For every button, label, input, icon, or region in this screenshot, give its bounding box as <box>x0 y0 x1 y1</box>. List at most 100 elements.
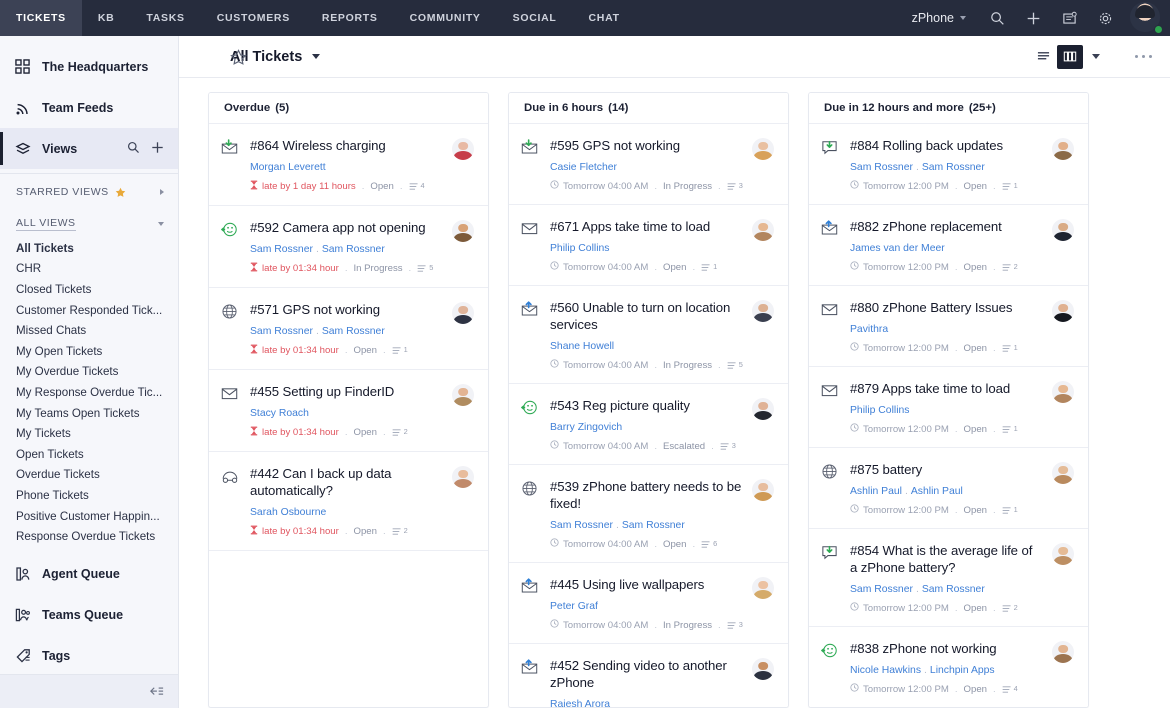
ticket-assignee-avatar[interactable] <box>452 138 474 160</box>
ticket-card[interactable]: #571 GPS not working Sam Rossner. Sam Ros… <box>209 288 488 370</box>
ticket-person[interactable]: Sam Rossner <box>850 584 913 595</box>
ticket-person[interactable]: Sarah Osbourne <box>250 507 326 518</box>
ticket-title[interactable]: #882 zPhone replacement <box>850 218 1043 235</box>
nav-tab-customers[interactable]: CUSTOMERS <box>201 0 306 36</box>
ticket-person[interactable]: Nicole Hawkins <box>850 665 921 676</box>
nav-tab-kb[interactable]: KB <box>82 0 131 36</box>
ticket-person[interactable]: Sam Rossner <box>250 326 313 337</box>
sidebar-item-tags[interactable]: Tags <box>0 636 178 677</box>
sidebar-footer[interactable] <box>0 674 178 708</box>
sidebar-view-item[interactable]: Phone Tickets <box>0 485 178 506</box>
ticket-assignee-avatar[interactable] <box>1052 138 1074 160</box>
ticket-person[interactable]: Ashlin Paul <box>850 486 902 497</box>
board-view-button[interactable] <box>1056 44 1083 69</box>
sidebar-view-item[interactable]: My Open Tickets <box>0 341 178 362</box>
ticket-card[interactable]: #560 Unable to turn on location services… <box>509 286 788 384</box>
ticket-title[interactable]: #571 GPS not working <box>250 301 443 318</box>
brand-selector[interactable]: zPhone <box>900 11 978 25</box>
ticket-card[interactable]: #882 zPhone replacement James van der Me… <box>809 205 1088 286</box>
ticket-title[interactable]: #884 Rolling back updates <box>850 137 1043 154</box>
sidebar-view-item[interactable]: Positive Customer Happin... <box>0 506 178 527</box>
ticket-title[interactable]: #838 zPhone not working <box>850 640 1043 657</box>
nav-tab-social[interactable]: SOCIAL <box>497 0 573 36</box>
sidebar-view-item[interactable]: My Response Overdue Tic... <box>0 382 178 403</box>
ticket-assignee-avatar[interactable] <box>752 300 774 322</box>
gear-icon[interactable] <box>1088 0 1122 36</box>
ticket-assignee-avatar[interactable] <box>752 479 774 501</box>
ticket-assignee-avatar[interactable] <box>1052 219 1074 241</box>
ticket-card[interactable]: #854 What is the average life of a zPhon… <box>809 529 1088 627</box>
user-avatar[interactable] <box>1130 2 1163 34</box>
ticket-title[interactable]: #543 Reg picture quality <box>550 397 743 414</box>
ticket-person[interactable]: Sam Rossner <box>922 584 985 595</box>
ticket-assignee-avatar[interactable] <box>1052 300 1074 322</box>
sidebar-view-item[interactable]: Customer Responded Tick... <box>0 300 178 321</box>
ticket-person[interactable]: Shane Howell <box>550 341 614 352</box>
ticket-person[interactable]: Sam Rossner <box>622 520 685 531</box>
ticket-title[interactable]: #864 Wireless charging <box>250 137 443 154</box>
ticket-card[interactable]: #864 Wireless charging Morgan Leverett l… <box>209 124 488 206</box>
ticket-title[interactable]: #879 Apps take time to load <box>850 380 1043 397</box>
sidebar-view-item[interactable]: Open Tickets <box>0 444 178 465</box>
ticket-title[interactable]: #455 Setting up FinderID <box>250 383 443 400</box>
ticket-card[interactable]: #543 Reg picture quality Barry Zingovich… <box>509 384 788 465</box>
sidebar-view-item[interactable]: Missed Chats <box>0 320 178 341</box>
ticket-title[interactable]: #875 battery <box>850 461 1043 478</box>
ticket-title[interactable]: #671 Apps take time to load <box>550 218 743 235</box>
plus-icon[interactable] <box>1016 0 1050 36</box>
ticket-card[interactable]: #671 Apps take time to load Philip Colli… <box>509 205 788 286</box>
ticket-person[interactable]: Philip Collins <box>550 243 609 254</box>
ticket-person[interactable]: Sam Rossner <box>850 162 913 173</box>
sidebar-view-item[interactable]: My Overdue Tickets <box>0 362 178 383</box>
ticket-assignee-avatar[interactable] <box>752 577 774 599</box>
sidebar-view-item[interactable]: CHR <box>0 259 178 280</box>
ticket-assignee-avatar[interactable] <box>1052 641 1074 663</box>
ticket-person[interactable]: Ashlin Paul <box>911 486 963 497</box>
list-view-button[interactable] <box>1031 45 1057 69</box>
ticket-assignee-avatar[interactable] <box>752 219 774 241</box>
sidebar-item-team-feeds[interactable]: Team Feeds <box>0 87 178 128</box>
ticket-assignee-avatar[interactable] <box>1052 462 1074 484</box>
ticket-title[interactable]: #445 Using live wallpapers <box>550 576 743 593</box>
sidebar-section-starred-views[interactable]: STARRED VIEWS <box>0 174 178 205</box>
more-options-icon[interactable] <box>1131 49 1157 65</box>
sidebar-item-the-headquarters[interactable]: The Headquarters <box>0 46 178 87</box>
view-dropdown-caret-icon[interactable] <box>312 54 321 59</box>
sidebar-view-item[interactable]: Overdue Tickets <box>0 465 178 486</box>
sidebar-view-item[interactable]: My Teams Open Tickets <box>0 403 178 424</box>
ticket-assignee-avatar[interactable] <box>452 384 474 406</box>
nav-tab-tickets[interactable]: TICKETS <box>0 0 82 36</box>
ticket-assignee-avatar[interactable] <box>752 658 774 680</box>
ticket-card[interactable]: #539 zPhone battery needs to be fixed! S… <box>509 465 788 563</box>
sidebar-section-all-views[interactable]: ALL VIEWS <box>0 205 178 238</box>
nav-tab-reports[interactable]: REPORTS <box>306 0 394 36</box>
favorite-view-button[interactable] <box>230 49 247 71</box>
search-icon[interactable] <box>127 141 140 157</box>
ticket-person[interactable]: Barry Zingovich <box>550 422 622 433</box>
ticket-title[interactable]: #595 GPS not working <box>550 137 743 154</box>
ticket-person[interactable]: Linchpin Apps <box>930 665 995 676</box>
ticket-person[interactable]: Pavithra <box>850 324 888 335</box>
ticket-title[interactable]: #854 What is the average life of a zPhon… <box>850 542 1043 576</box>
ticket-person[interactable]: Sam Rossner <box>250 244 313 255</box>
ticket-person[interactable]: Stacy Roach <box>250 408 309 419</box>
ticket-person[interactable]: Morgan Leverett <box>250 162 326 173</box>
sidebar-view-item[interactable]: All Tickets <box>0 238 178 259</box>
search-icon[interactable] <box>980 0 1014 36</box>
ticket-card[interactable]: #592 Camera app not opening Sam Rossner.… <box>209 206 488 288</box>
ticket-title[interactable]: #880 zPhone Battery Issues <box>850 299 1043 316</box>
ticket-assignee-avatar[interactable] <box>1052 543 1074 565</box>
nav-tab-community[interactable]: COMMUNITY <box>394 0 497 36</box>
ticket-card[interactable]: #452 Sending video to another zPhone Raj… <box>509 644 788 707</box>
sidebar-view-item[interactable]: Response Overdue Tickets <box>0 526 178 547</box>
sidebar-item-teams-queue[interactable]: Teams Queue <box>0 595 178 636</box>
ticket-assignee-avatar[interactable] <box>452 302 474 324</box>
ticket-person[interactable]: Sam Rossner <box>322 244 385 255</box>
ticket-title[interactable]: #539 zPhone battery needs to be fixed! <box>550 478 743 512</box>
ticket-assignee-avatar[interactable] <box>752 398 774 420</box>
ticket-card[interactable]: #595 GPS not working Casie Fletcher Tomo… <box>509 124 788 205</box>
ticket-card[interactable]: #884 Rolling back updates Sam Rossner. Sa… <box>809 124 1088 205</box>
view-options-caret[interactable] <box>1083 45 1109 69</box>
ticket-title[interactable]: #592 Camera app not opening <box>250 219 443 236</box>
sidebar-item-views[interactable]: Views <box>0 128 178 169</box>
